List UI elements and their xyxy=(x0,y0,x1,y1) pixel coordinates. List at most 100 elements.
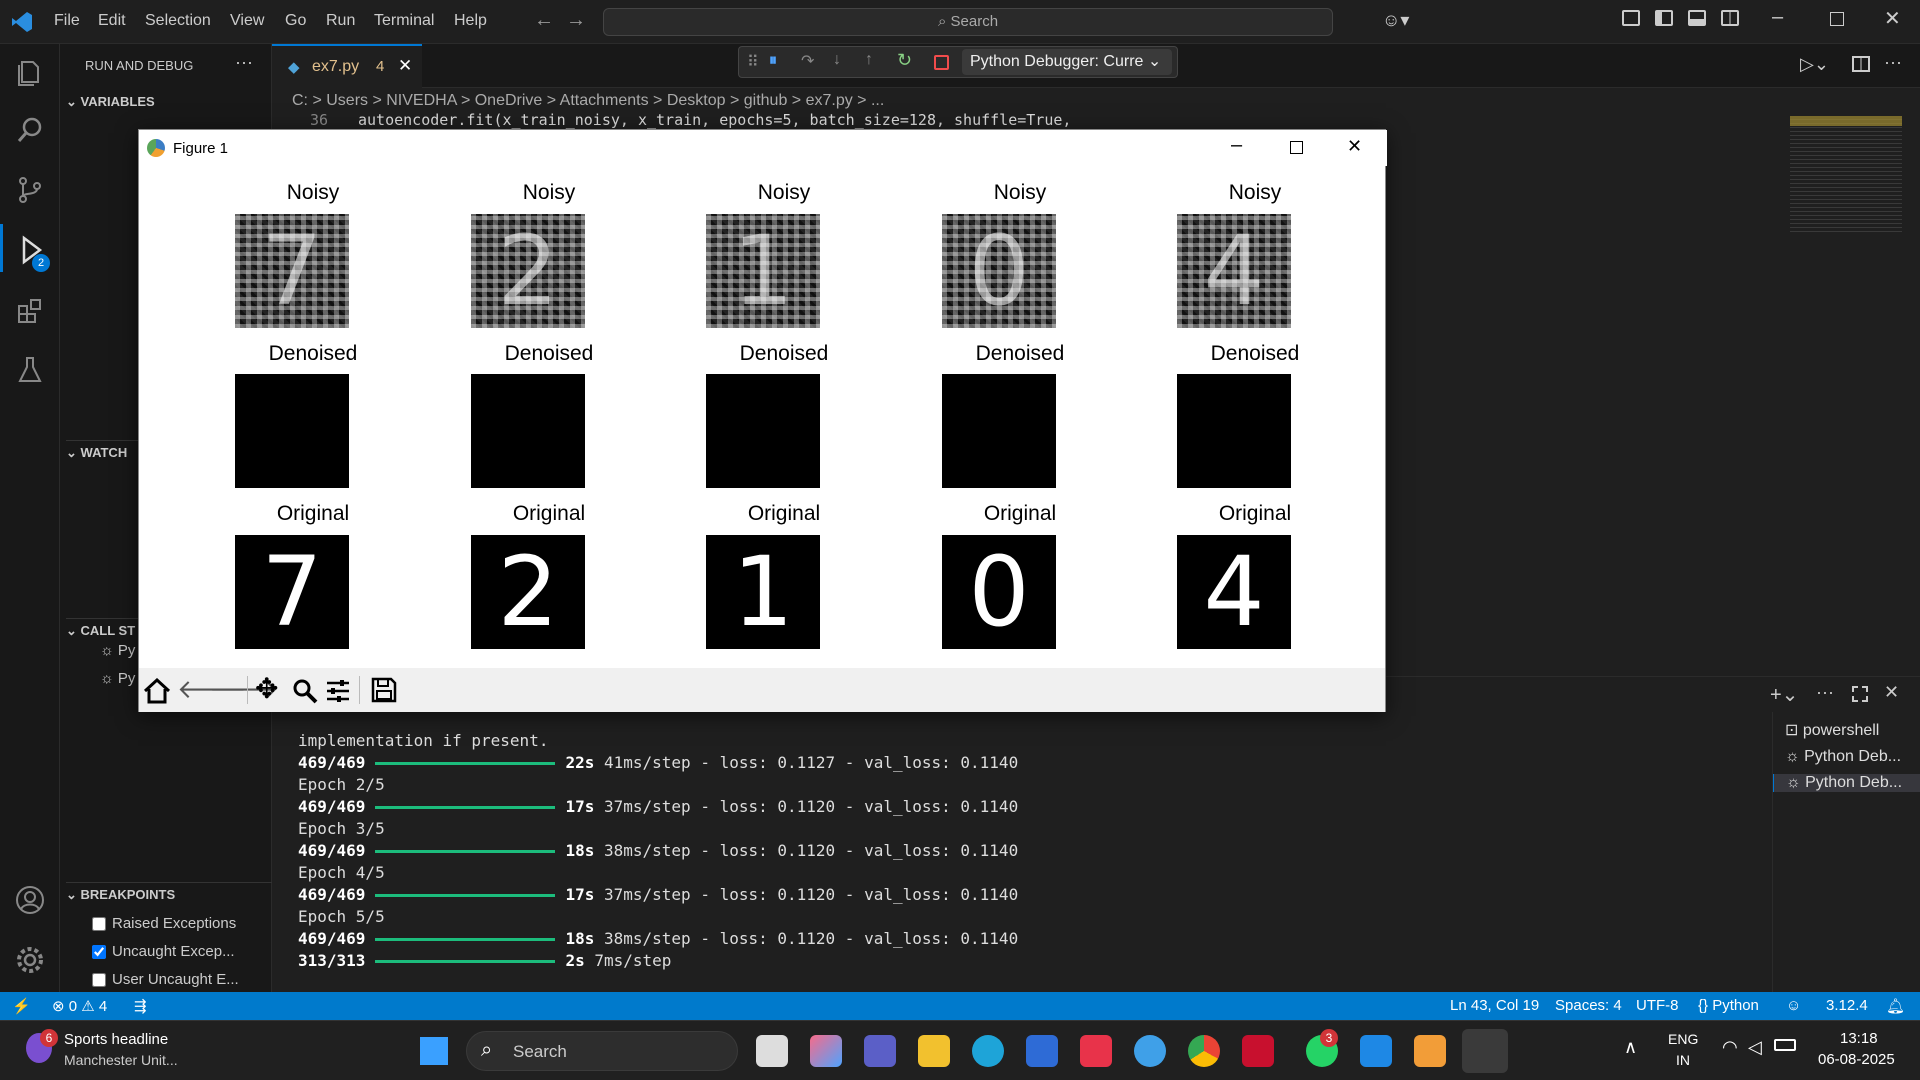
explorer-icon[interactable] xyxy=(14,56,46,88)
remote-icon[interactable]: ⚡ xyxy=(12,997,31,1015)
drag-handle-icon[interactable]: ⠿ xyxy=(747,52,759,72)
menu-file[interactable]: File xyxy=(54,12,80,30)
office-icon[interactable] xyxy=(1080,1035,1112,1067)
stop-icon[interactable] xyxy=(934,55,949,70)
language-mode[interactable]: {} Python xyxy=(1698,997,1759,1014)
bp-raised-exceptions[interactable]: Raised Exceptions xyxy=(92,915,236,932)
home-icon[interactable] xyxy=(143,678,171,704)
news-title[interactable]: Sports headline xyxy=(64,1031,168,1048)
checkbox[interactable] xyxy=(92,972,106,987)
callstack-item[interactable]: ☼ Py xyxy=(100,642,135,659)
checkbox[interactable] xyxy=(92,916,106,931)
save-icon[interactable] xyxy=(371,677,397,703)
notifications-icon[interactable]: 🔔︎ xyxy=(1886,997,1905,1015)
encoding[interactable]: UTF-8 xyxy=(1636,997,1679,1014)
store-icon[interactable] xyxy=(1026,1035,1058,1067)
editor-more-icon[interactable]: ··· xyxy=(1884,52,1902,73)
terminal-item-python-debug-active[interactable]: ☼ Python Deb... xyxy=(1773,774,1920,792)
menu-run[interactable]: Run xyxy=(326,12,355,30)
extensions-icon[interactable] xyxy=(14,294,46,326)
vscode-taskbar-icon[interactable] xyxy=(1360,1035,1392,1067)
edge-icon[interactable] xyxy=(972,1035,1004,1067)
clock-time[interactable]: 13:18 xyxy=(1840,1030,1878,1047)
new-terminal-icon[interactable]: +⌄ xyxy=(1770,682,1798,707)
mcafee-icon[interactable] xyxy=(1242,1035,1274,1067)
menu-selection[interactable]: Selection xyxy=(145,12,211,30)
battery-icon[interactable] xyxy=(1774,1039,1796,1051)
vscode-logo-icon[interactable] xyxy=(10,10,34,34)
step-out-icon[interactable]: ↑ xyxy=(865,51,873,69)
file-explorer-icon[interactable] xyxy=(918,1035,950,1067)
callstack-item[interactable]: ☼ Py xyxy=(100,670,135,687)
cursor-position[interactable]: Ln 43, Col 19 xyxy=(1450,997,1539,1014)
python-idle-icon[interactable] xyxy=(1134,1035,1166,1067)
lang-indicator[interactable]: ENG xyxy=(1668,1031,1698,1047)
copilot-icon[interactable]: ☺▾ xyxy=(1382,10,1409,31)
pan-icon[interactable]: ✥ xyxy=(255,672,278,705)
run-file-icon[interactable]: ▷⌄ xyxy=(1800,54,1829,75)
task-view-icon[interactable] xyxy=(756,1035,788,1067)
split-editor-icon[interactable] xyxy=(1852,56,1870,72)
chrome-icon[interactable] xyxy=(1188,1035,1220,1067)
python-version[interactable]: 3.12.4 xyxy=(1826,997,1868,1014)
variables-section-header[interactable]: ⌄ VARIABLES xyxy=(66,94,155,110)
pause-icon[interactable]: ⏸ xyxy=(769,52,777,70)
taskbar-search[interactable]: ⌕ Search xyxy=(466,1031,738,1071)
maximize-panel-icon[interactable] xyxy=(1852,686,1868,702)
copilot-status-icon[interactable]: ☺ xyxy=(1786,997,1801,1014)
terminal-item-python-debug[interactable]: ☼ Python Deb... xyxy=(1785,748,1901,766)
figure-maximize-icon[interactable] xyxy=(1290,141,1303,154)
toggle-panel-icon[interactable] xyxy=(1688,10,1706,26)
close-window-icon[interactable]: ✕ xyxy=(1884,6,1901,31)
account-icon[interactable] xyxy=(14,884,46,916)
debug-status-icon[interactable]: ⇶ xyxy=(134,997,147,1015)
configure-subplots-icon[interactable] xyxy=(325,678,351,704)
menu-terminal[interactable]: Terminal xyxy=(374,12,434,30)
code-line[interactable]: 36 autoencoder.fit(x_train_noisy, x_train… xyxy=(272,111,1072,129)
checkbox[interactable] xyxy=(92,944,106,959)
close-tab-icon[interactable]: ✕ xyxy=(398,56,412,76)
volume-icon[interactable]: ◁ xyxy=(1748,1037,1762,1058)
figure-titlebar[interactable]: Figure 1 – ✕ xyxy=(139,130,1387,166)
menu-go[interactable]: Go xyxy=(285,12,306,30)
indentation[interactable]: Spaces: 4 xyxy=(1555,997,1622,1014)
source-control-icon[interactable] xyxy=(14,174,46,206)
problems-indicator[interactable]: ⊗ 0 ⚠ 4 xyxy=(52,997,107,1015)
matplotlib-taskbar-icon[interactable] xyxy=(1462,1029,1508,1073)
step-into-icon[interactable]: ↓ xyxy=(833,51,841,69)
testing-icon[interactable] xyxy=(14,354,46,386)
debug-config-select[interactable]: Python Debugger: Curre ⌄ xyxy=(962,49,1172,75)
customize-layout-icon[interactable] xyxy=(1622,10,1640,26)
figure-close-icon[interactable]: ✕ xyxy=(1347,136,1362,157)
command-center-search[interactable]: ⌕ Search xyxy=(603,8,1333,36)
terminal-output[interactable]: implementation if present. 469/469 22s 41… xyxy=(298,730,1018,972)
restart-icon[interactable]: ↻ xyxy=(897,50,912,71)
figure-minimize-icon[interactable]: – xyxy=(1231,134,1242,157)
terminal-item-powershell[interactable]: ⊡ powershell xyxy=(1785,720,1879,740)
breadcrumb[interactable]: C: > Users > NIVEDHA > OneDrive > Attach… xyxy=(292,92,884,110)
toggle-sidebar-icon[interactable] xyxy=(1655,10,1673,26)
restore-icon[interactable] xyxy=(1830,12,1844,26)
menu-help[interactable]: Help xyxy=(454,12,487,30)
close-panel-icon[interactable]: ✕ xyxy=(1884,682,1899,703)
tab-ex7[interactable]: ◆ ex7.py 4 ✕ xyxy=(272,44,422,88)
zoom-icon[interactable] xyxy=(292,678,318,704)
panel-more-icon[interactable]: ··· xyxy=(1816,682,1834,703)
minimize-icon[interactable]: – xyxy=(1772,6,1783,29)
menu-edit[interactable]: Edit xyxy=(98,12,126,30)
wifi-icon[interactable]: ◠ xyxy=(1722,1037,1738,1058)
breakpoints-section-header[interactable]: ⌄ BREAKPOINTS xyxy=(66,882,272,903)
box-app-icon[interactable] xyxy=(1414,1035,1446,1067)
minimap[interactable] xyxy=(1790,116,1902,232)
step-over-icon[interactable]: ↷ xyxy=(801,51,814,71)
forward-arrow-icon[interactable]: → xyxy=(566,9,586,32)
copilot-app-icon[interactable] xyxy=(810,1035,842,1067)
gear-icon[interactable] xyxy=(14,944,46,976)
back-arrow-icon[interactable]: ← xyxy=(534,9,554,32)
windows-start-icon[interactable] xyxy=(420,1037,448,1065)
tray-chevron-icon[interactable]: ∧ xyxy=(1624,1037,1637,1058)
more-actions-icon[interactable]: ··· xyxy=(235,52,253,73)
menu-view[interactable]: View xyxy=(230,12,264,30)
bp-user-uncaught[interactable]: User Uncaught E... xyxy=(92,971,239,988)
search-icon[interactable] xyxy=(14,114,46,146)
